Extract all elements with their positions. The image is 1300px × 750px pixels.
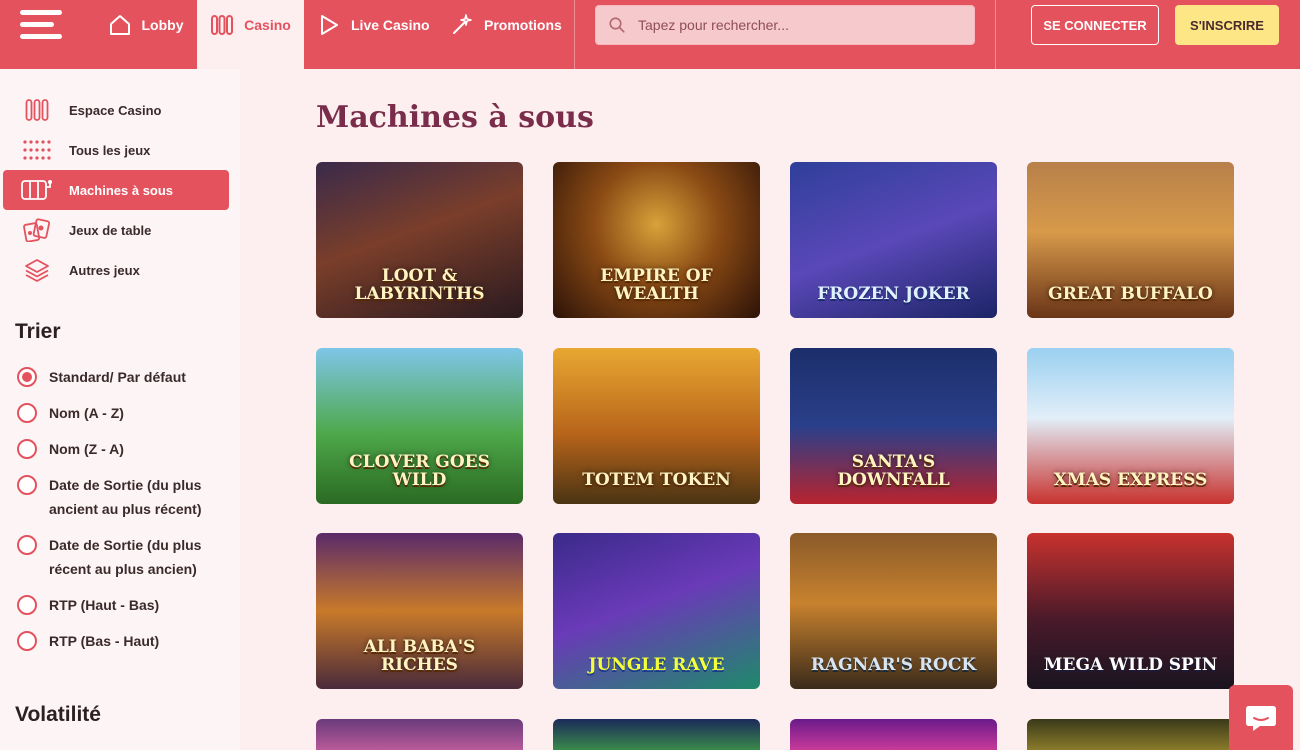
signup-button[interactable]: S'INSCRIRE: [1175, 5, 1279, 45]
game-tile[interactable]: Jungle Rave: [553, 533, 760, 689]
game-title: Empire of Wealth: [600, 266, 713, 305]
sidebar-item-jeux-de-table[interactable]: Jeux de table: [3, 210, 229, 250]
sort-option-name-az[interactable]: Nom (A - Z): [17, 401, 227, 425]
radio-button[interactable]: [17, 475, 37, 495]
sort-option-name-za[interactable]: Nom (Z - A): [17, 437, 227, 461]
game-title: Totem Token: [582, 470, 731, 491]
game-tile[interactable]: [1027, 719, 1234, 750]
header-divider: [574, 0, 575, 69]
game-title: Santa's Downfall: [837, 452, 950, 491]
nav-promotions-label: Promotions: [484, 16, 562, 33]
slots-icon: [211, 14, 234, 35]
sort-option-label: RTP (Haut - Bas): [49, 597, 160, 613]
radio-button[interactable]: [17, 367, 37, 387]
grid-dots-icon: [23, 140, 51, 160]
game-tile[interactable]: Xmas Express: [1027, 348, 1234, 504]
sort-option-rtp-low-high[interactable]: RTP (Bas - Haut): [17, 629, 227, 653]
sort-option-rtp-high-low[interactable]: RTP (Haut - Bas): [17, 593, 227, 617]
nav-lobby-label: Lobby: [141, 16, 184, 33]
radio-button[interactable]: [17, 535, 37, 555]
nav-promotions[interactable]: Promotions: [450, 0, 562, 69]
sidebar: Espace Casino Tous les jeux Machines à s…: [0, 69, 240, 750]
sidebar-item-label: Machines à sous: [69, 182, 174, 198]
game-title: Clover goes Wild: [349, 452, 490, 491]
nav-casino-label: Casino: [244, 16, 291, 33]
sort-option-label: Nom (Z - A): [49, 441, 124, 457]
game-tile[interactable]: Frozen Joker: [790, 162, 997, 318]
game-tile[interactable]: Mega Wild Spin: [1027, 533, 1234, 689]
sort-title: Trier: [15, 320, 61, 343]
game-tile[interactable]: Clover goes Wild: [316, 348, 523, 504]
sidebar-item-label: Tous les jeux: [69, 142, 151, 158]
sort-option-label: Standard/ Par défaut: [49, 369, 186, 385]
nav-live-casino[interactable]: Live Casino: [317, 0, 430, 69]
sidebar-item-machines-a-sous[interactable]: Machines à sous: [3, 170, 229, 210]
search-icon: [609, 17, 625, 33]
sidebar-item-espace-casino[interactable]: Espace Casino: [3, 90, 229, 130]
top-header: Lobby Casino Live Casino Promotions Tape…: [0, 0, 1300, 69]
layers-icon: [25, 259, 49, 282]
nav-lobby[interactable]: Lobby: [94, 0, 197, 69]
sort-option-label: Nom (A - Z): [49, 405, 124, 421]
game-title: Ali Baba's Riches: [363, 637, 476, 676]
game-tile[interactable]: [553, 719, 760, 750]
game-title: Xmas Express: [1053, 470, 1208, 491]
cards-icon: [23, 218, 51, 242]
header-divider: [995, 0, 996, 69]
sort-option-default[interactable]: Standard/ Par défaut: [17, 365, 227, 389]
sidebar-item-label: Espace Casino: [69, 102, 162, 118]
magic-wand-icon: [453, 13, 472, 34]
nav-live-casino-label: Live Casino: [351, 16, 430, 33]
game-tile[interactable]: Ragnar's Rock: [790, 533, 997, 689]
game-tile[interactable]: Loot & Labyrinths: [316, 162, 523, 318]
sidebar-item-autres-jeux[interactable]: Autres jeux: [3, 250, 229, 290]
chat-button[interactable]: [1229, 685, 1293, 750]
home-icon: [109, 14, 130, 35]
play-icon: [321, 14, 338, 35]
search-placeholder: Tapez pour rechercher...: [638, 17, 789, 33]
sort-option-label: Date de Sortie (du plus récent au plus a…: [49, 537, 202, 577]
nav-casino[interactable]: Casino: [197, 0, 304, 69]
sort-option-date-oldest[interactable]: Date de Sortie (du plus ancient au plus …: [17, 473, 227, 521]
login-button[interactable]: SE CONNECTER: [1031, 5, 1159, 45]
sidebar-item-tous-les-jeux[interactable]: Tous les jeux: [3, 130, 229, 170]
game-title: Great Buffalo: [1048, 284, 1213, 305]
volatility-title: Volatilité: [15, 703, 101, 726]
slots-icon: [25, 99, 49, 121]
sort-option-label: Date de Sortie (du plus ancient au plus …: [49, 477, 202, 517]
sidebar-item-label: Autres jeux: [69, 262, 140, 278]
game-tile[interactable]: Totem Token: [553, 348, 760, 504]
page-title: Machines à sous: [316, 100, 594, 135]
sidebar-item-label: Jeux de table: [69, 222, 152, 238]
slot-machine-icon: [21, 180, 52, 200]
game-title: Frozen Joker: [817, 284, 970, 305]
game-title: Loot & Labyrinths: [354, 266, 485, 305]
menu-icon[interactable]: [20, 10, 64, 40]
game-title: Ragnar's Rock: [810, 655, 977, 676]
chat-bubble-icon: [1246, 705, 1276, 731]
sort-option-label: RTP (Bas - Haut): [49, 633, 160, 649]
game-tile[interactable]: Empire of Wealth: [553, 162, 760, 318]
game-tile[interactable]: Great Buffalo: [1027, 162, 1234, 318]
radio-button[interactable]: [17, 403, 37, 423]
game-title: Mega Wild Spin: [1043, 655, 1218, 676]
radio-button[interactable]: [17, 439, 37, 459]
game-tile[interactable]: Santa's Downfall: [790, 348, 997, 504]
search-input[interactable]: Tapez pour rechercher...: [595, 5, 975, 45]
game-title: Jungle Rave: [588, 655, 725, 676]
sort-option-date-newest[interactable]: Date de Sortie (du plus récent au plus a…: [17, 533, 227, 581]
radio-button[interactable]: [17, 631, 37, 651]
game-tile[interactable]: [316, 719, 523, 750]
radio-button[interactable]: [17, 595, 37, 615]
game-tile[interactable]: [790, 719, 997, 750]
game-tile[interactable]: Ali Baba's Riches: [316, 533, 523, 689]
